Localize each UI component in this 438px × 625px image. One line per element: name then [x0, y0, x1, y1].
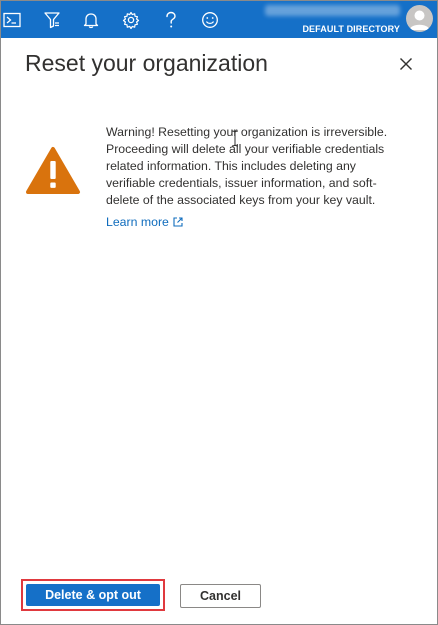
warning-icon — [25, 146, 81, 196]
avatar[interactable] — [406, 5, 433, 32]
feedback-smiley-icon[interactable] — [199, 9, 221, 31]
close-icon — [400, 58, 412, 70]
text-cursor-icon — [231, 130, 239, 147]
directory-filter-icon[interactable] — [41, 9, 63, 31]
primary-button-highlight: Delete & opt out — [21, 579, 165, 611]
portal-top-bar: DEFAULT DIRECTORY — [1, 1, 437, 38]
help-question-icon[interactable] — [160, 9, 182, 31]
account-email-redacted — [265, 5, 400, 16]
directory-label: DEFAULT DIRECTORY — [302, 24, 400, 34]
external-link-icon — [173, 217, 183, 227]
page-title: Reset your organization — [25, 50, 268, 76]
learn-more-link[interactable]: Learn more — [106, 215, 183, 229]
settings-gear-icon[interactable] — [120, 9, 142, 31]
cloud-shell-icon[interactable] — [1, 9, 23, 31]
close-button[interactable] — [397, 55, 415, 73]
delete-opt-out-button[interactable]: Delete & opt out — [26, 584, 160, 606]
cancel-button[interactable]: Cancel — [180, 584, 261, 608]
warning-message: Warning! Resetting your organization is … — [106, 125, 388, 207]
notifications-bell-icon[interactable] — [80, 9, 102, 31]
reset-organization-window: DEFAULT DIRECTORY Reset your organizatio… — [0, 0, 438, 625]
learn-more-label: Learn more — [106, 215, 169, 229]
account-switcher[interactable]: DEFAULT DIRECTORY — [265, 5, 400, 34]
